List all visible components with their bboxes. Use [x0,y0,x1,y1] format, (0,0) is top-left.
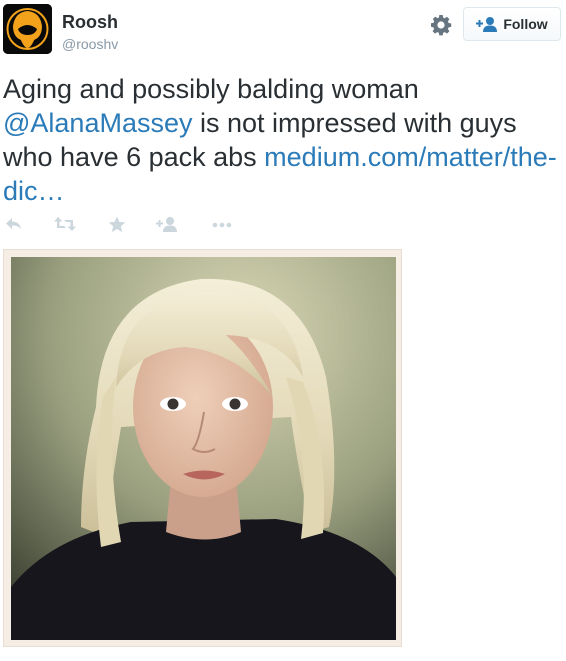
mention-link[interactable]: @AlanaMassey [3,108,193,138]
tweet-header: Roosh @rooshv Follow [0,0,566,64]
star-icon[interactable] [108,216,126,236]
gear-icon[interactable] [429,13,453,37]
follow-button[interactable]: Follow [463,7,561,41]
avatar[interactable] [3,4,52,54]
follow-button-label: Follow [503,16,548,32]
add-user-icon[interactable] [156,216,178,236]
retweet-icon[interactable] [54,216,76,236]
avatar-logo-icon [3,4,52,54]
tweet-photo[interactable] [11,257,396,640]
user-name[interactable]: Roosh [62,12,118,33]
tweet-text-before: Aging and possibly balding woman [3,74,419,104]
add-user-icon [476,17,498,32]
tweet-actions [0,216,300,236]
user-handle[interactable]: @rooshv [62,36,118,52]
reply-icon[interactable] [5,216,23,236]
photo-frame[interactable] [3,249,402,647]
tweet-text: Aging and possibly balding woman @AlanaM… [3,72,558,208]
more-icon[interactable] [211,216,233,236]
